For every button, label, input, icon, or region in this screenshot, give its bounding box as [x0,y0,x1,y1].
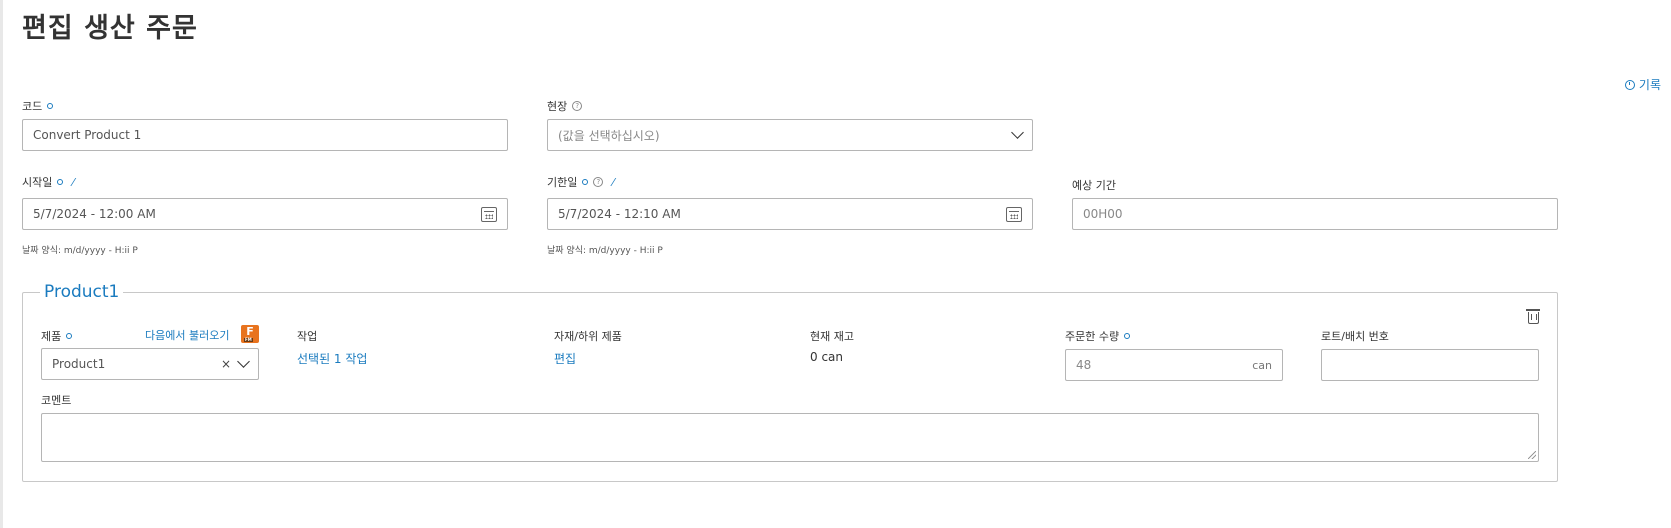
start-date-hint: 날짜 양식: m/d/yyyy - H:ii P [22,246,138,256]
due-label-text: 기한일 [547,176,578,189]
code-value: Convert Product 1 [33,128,142,142]
history-label: 기록 [1638,78,1661,92]
app-badge-icon[interactable]: F [241,325,259,343]
ordered-qty-label: 주문한 수량 [1065,328,1131,344]
required-icon [47,103,54,109]
due-date-input[interactable]: 5/7/2024 - 12:10 AM [547,198,1033,230]
product-value: Product1 [52,357,106,371]
due-date-hint: 날짜 양식: m/d/yyyy - H:ii P [547,246,663,256]
lot-label-text: 로트/배치 번호 [1321,330,1389,343]
stock-label: 현재 재고 [810,328,854,344]
lot-label: 로트/배치 번호 [1321,328,1389,344]
product-label: 제품 [41,328,73,344]
materials-label-text: 자재/하위 제품 [554,330,622,343]
site-placeholder: (값을 선택하십시오) [558,128,660,143]
ordered-qty-label-text: 주문한 수량 [1065,330,1120,343]
chevron-down-icon[interactable] [237,355,250,368]
duration-label: 예상 기간 [1072,177,1116,193]
ordered-qty-unit: can [1252,358,1272,372]
duration-label-text: 예상 기간 [1072,179,1116,192]
magic-wand-icon[interactable]: ⁄ [612,176,614,189]
start-date-value: 5/7/2024 - 12:00 AM [33,207,156,221]
chevron-down-icon[interactable] [1011,126,1024,139]
product-label-text: 제품 [41,330,62,343]
due-date-value: 5/7/2024 - 12:10 AM [558,207,681,221]
product-legend: Product1 [40,282,124,302]
clear-icon[interactable]: × [221,357,231,371]
help-icon[interactable]: ? [572,101,583,111]
required-icon [582,179,589,185]
stock-label-text: 현재 재고 [810,330,854,343]
history-link[interactable]: 기록 [1624,76,1661,93]
required-icon [57,179,64,185]
code-label: 코드 [22,98,54,114]
site-select[interactable]: (값을 선택하십시오) [547,119,1033,151]
start-label-text: 시작일 [22,176,53,189]
duration-placeholder: 00H00 [1083,207,1123,221]
start-date-label: 시작일 ⁄ [22,174,74,190]
required-icon [66,333,73,339]
comment-label: 코멘트 [41,392,71,408]
site-label-text: 현장 [547,100,568,113]
import-from-link[interactable]: 다음에서 불러오기 [145,327,229,343]
operation-link[interactable]: 선택된 1 작업 [297,350,367,367]
magic-wand-icon[interactable]: ⁄ [72,176,74,189]
trash-icon[interactable] [1526,309,1540,324]
comment-textarea[interactable] [41,413,1539,462]
calendar-icon[interactable] [481,206,497,222]
materials-label: 자재/하위 제품 [554,328,622,344]
materials-edit-link[interactable]: 편집 [554,350,576,367]
page-title: 편집 생산 주문 [22,13,198,44]
ordered-qty-input[interactable]: 48 can [1065,349,1283,381]
operation-label-text: 작업 [297,330,318,343]
site-label: 현장 ? [547,98,583,114]
duration-input[interactable]: 00H00 [1072,198,1558,230]
product-select[interactable]: Product1 × [41,348,259,380]
required-icon [1124,333,1131,339]
help-icon[interactable]: ? [593,177,604,187]
comment-label-text: 코멘트 [41,394,72,407]
lot-input[interactable] [1321,349,1539,381]
operation-label: 작업 [297,328,317,344]
code-input[interactable]: Convert Product 1 [22,119,508,151]
stock-value: 0 can [810,350,844,364]
code-label-text: 코드 [22,100,43,113]
left-edge [0,0,3,528]
ordered-qty-value: 48 [1076,358,1092,372]
start-date-input[interactable]: 5/7/2024 - 12:00 AM [22,198,508,230]
clock-icon [1624,79,1635,90]
calendar-icon[interactable] [1006,206,1022,222]
resize-handle-icon[interactable] [1528,451,1536,459]
due-date-label: 기한일 ? ⁄ [547,174,614,190]
